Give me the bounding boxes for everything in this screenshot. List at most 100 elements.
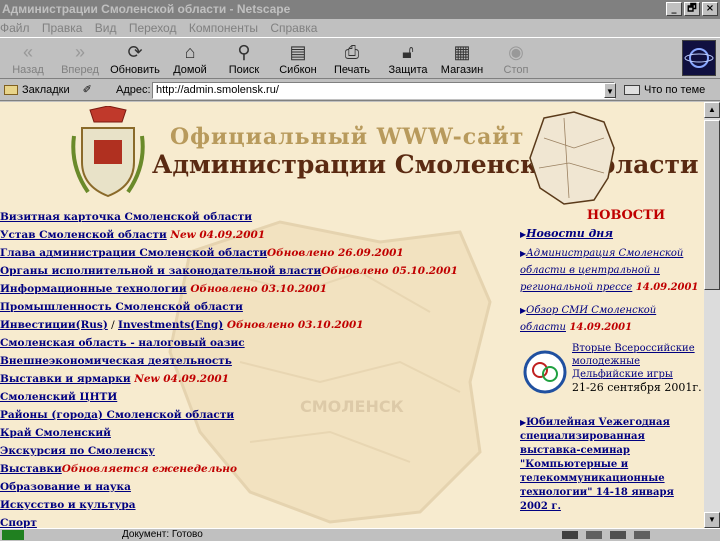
menu-file[interactable]: Файл (0, 21, 30, 35)
netscape-logo (682, 40, 716, 76)
link-education[interactable]: Образование и наука (0, 481, 131, 493)
delphic-games-dates: 21-26 сентября 2001г. (572, 381, 702, 394)
close-button[interactable]: × (702, 2, 718, 16)
restore-button[interactable]: 🗗 (684, 2, 700, 16)
status-bar: Документ: Готово (0, 528, 720, 540)
shop-icon: ▦ (453, 42, 471, 62)
delphic-games-logo[interactable] (522, 346, 568, 398)
browser-window: Администрации Смоленской области - Netsc… (0, 0, 720, 540)
link-government-bodies[interactable]: Органы исполнительной и законодательной … (0, 265, 321, 277)
guide-button[interactable]: ▤ Сибкон (270, 40, 326, 78)
link-tax-oasis[interactable]: Смоленская область - налоговый оазис (0, 337, 245, 349)
news-link-today[interactable]: Новости дня (526, 227, 613, 240)
expo-link[interactable]: Юбилейная Vежегодная специализированная … (520, 417, 674, 512)
scroll-down-icon[interactable]: ▼ (704, 512, 720, 528)
update-note: Обновляется еженедельно (61, 463, 237, 475)
bookmarks-button[interactable]: Закладки ✐ (4, 79, 92, 101)
scroll-thumb[interactable] (704, 120, 720, 290)
link-exhibitions-fairs[interactable]: Выставки и ярмарки (0, 373, 131, 385)
region-map-icon (529, 111, 615, 205)
shop-button[interactable]: ▦ Магазин (434, 40, 490, 78)
site-header: Официальный WWW-сайт Администрации Смоле… (0, 102, 704, 206)
list-item: Инвестиции(Rus) / Investments(Eng) Обнов… (0, 316, 520, 334)
link-cnti[interactable]: Смоленский ЦНТИ (0, 391, 117, 403)
list-item: Устав Смоленской области New 04.09.2001 (0, 226, 520, 244)
menu-help[interactable]: Справка (270, 21, 317, 35)
home-icon: ⌂ (184, 42, 196, 62)
list-item: Край Смоленский (0, 424, 520, 442)
update-note: Обновлено 03.10.2001 (186, 283, 328, 295)
section-links: Визитная карточка Смоленской области Уст… (0, 208, 520, 528)
link-foreign-economic[interactable]: Внешнеэкономическая деятельность (0, 355, 232, 367)
vertical-scrollbar[interactable]: ▲ ▼ (704, 102, 720, 528)
link-sport[interactable]: Спорт (0, 517, 37, 528)
page-content: СМОЛЕНСК Официальный WWW-сайт Администра… (0, 102, 704, 528)
news-item: ▶Администрация Смоленской области в цент… (520, 245, 704, 296)
url-input[interactable]: http://admin.smolensk.ru/ (152, 82, 615, 99)
update-note: Обновлено 03.10.2001 (223, 319, 364, 331)
scroll-up-icon[interactable]: ▲ (704, 102, 720, 118)
guide-icon: ▤ (289, 42, 307, 62)
delphic-games-link[interactable]: Вторые Всероссийские молодежные Дельфийс… (572, 343, 695, 380)
related-label: Что по теме (644, 84, 706, 96)
link-industry[interactable]: Промышленность Смоленской области (0, 301, 243, 313)
related-icon (624, 85, 640, 96)
bookmarks-label: Закладки (22, 84, 70, 96)
stop-button[interactable]: ◉ Стоп (488, 40, 544, 78)
related-button[interactable]: Что по теме (624, 79, 705, 101)
connection-icon (2, 530, 24, 540)
forward-button[interactable]: » Вперед (52, 40, 108, 78)
address-label: Адрес: (116, 84, 151, 96)
reload-button[interactable]: ⟳ Обновить (107, 40, 163, 78)
delphic-games-block: Вторые Всероссийские молодежные Дельфийс… (520, 342, 704, 414)
list-item: Смоленский ЦНТИ (0, 388, 520, 406)
menu-view[interactable]: Вид (95, 21, 117, 35)
print-button[interactable]: ⎙ Печать (324, 40, 380, 78)
minimize-button[interactable]: _ (666, 2, 682, 16)
list-item: Внешнеэкономическая деятельность (0, 352, 520, 370)
list-item: Промышленность Смоленской области (0, 298, 520, 316)
link-information-technologies[interactable]: Информационные технологии (0, 283, 187, 295)
title-bar: Администрации Смоленской области - Netsc… (0, 0, 720, 19)
menu-bar: Файл Правка Вид Переход Компоненты Справ… (0, 19, 720, 37)
link-charter[interactable]: Устав Смоленской области (0, 229, 167, 241)
menu-components[interactable]: Компоненты (189, 21, 258, 35)
link-districts[interactable]: Районы (города) Смоленской области (0, 409, 234, 421)
home-label: Домой (173, 64, 207, 76)
back-label: Назад (12, 64, 44, 76)
link-exhibitions[interactable]: Выставки (0, 463, 62, 475)
link-city-tour[interactable]: Экскурсия по Смоленску (0, 445, 155, 457)
search-icon: ⚲ (237, 42, 251, 62)
link-investments-rus[interactable]: Инвестиции(Rus) (0, 319, 108, 331)
menu-go[interactable]: Переход (129, 21, 177, 35)
update-note: Обновлено 05.10.2001 (321, 265, 458, 277)
security-icon: 🔓︎ (402, 42, 414, 62)
link-smolensk-land[interactable]: Край Смоленский (0, 427, 111, 439)
stop-icon: ◉ (508, 42, 524, 62)
list-item: Глава администрации Смоленской областиОб… (0, 244, 520, 262)
list-item: ВыставкиОбновляется еженедельно (0, 460, 520, 478)
home-button[interactable]: ⌂ Домой (162, 40, 218, 78)
print-icon: ⎙ (344, 42, 360, 62)
menu-edit[interactable]: Правка (42, 21, 83, 35)
news-item: ▶Новости дня (520, 225, 704, 243)
search-button[interactable]: ⚲ Поиск (216, 40, 272, 78)
link-separator: / (107, 319, 119, 331)
link-business-card[interactable]: Визитная карточка Смоленской области (0, 211, 252, 223)
security-button[interactable]: 🔓︎ Защита (380, 40, 436, 78)
list-item: Органы исполнительной и законодательной … (0, 262, 520, 280)
news-item: ▶Юбилейная Vежегодная специализированная… (520, 416, 704, 514)
list-item: Искусство и культура (0, 496, 520, 514)
link-culture[interactable]: Искусство и культура (0, 499, 136, 511)
link-head-of-administration[interactable]: Глава администрации Смоленской области (0, 247, 267, 259)
forward-label: Вперед (61, 64, 99, 76)
news-date: 14.09.2001 (565, 322, 633, 333)
update-note: Обновлено 26.09.2001 (267, 247, 404, 259)
bookmarks-icon (4, 85, 18, 96)
forward-icon: » (74, 42, 85, 62)
back-button[interactable]: « Назад (0, 40, 56, 78)
news-item: ▶Обзор СМИ Смоленской области 14.09.2001 (520, 302, 704, 336)
back-icon: « (22, 42, 33, 62)
url-dropdown-icon[interactable]: ▼ (604, 83, 616, 98)
link-investments-eng[interactable]: Investments(Eng) (118, 319, 223, 331)
